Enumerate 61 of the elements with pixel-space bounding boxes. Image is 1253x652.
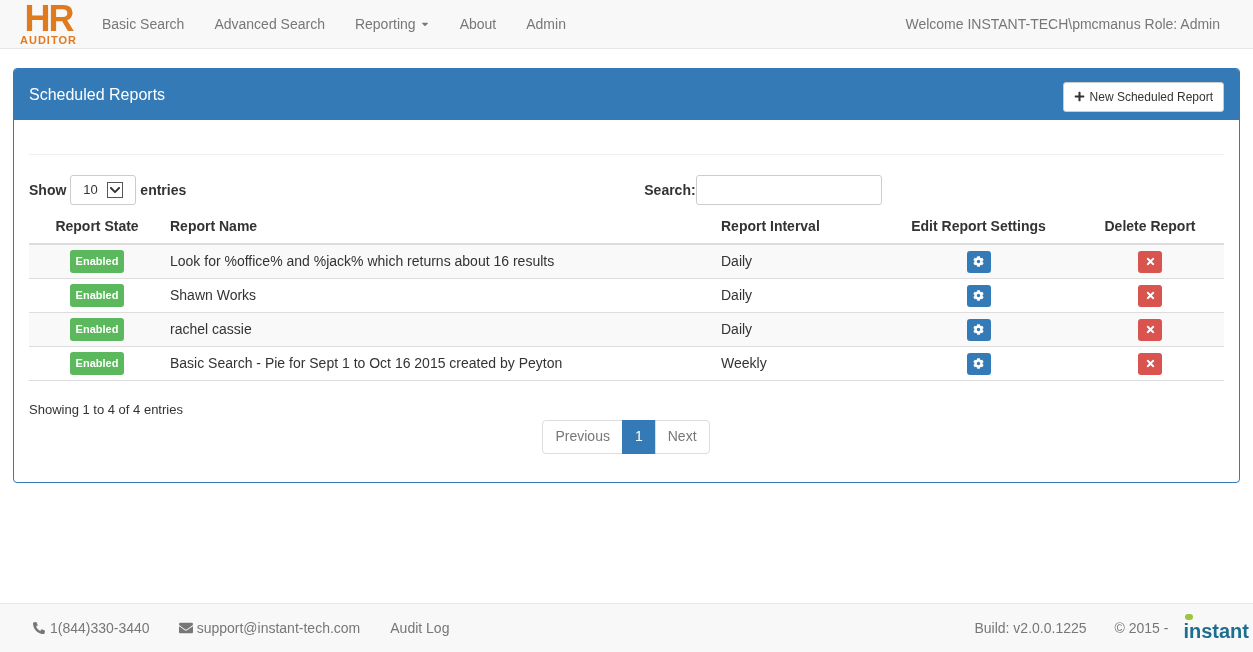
settings-icon: [973, 290, 984, 301]
column-header: Edit Report Settings: [910, 216, 1047, 236]
delete-button[interactable]: [1138, 352, 1162, 375]
close-icon: [1144, 324, 1156, 335]
nav-link[interactable]: Admin: [511, 13, 581, 35]
table-cell-text: Look for %office% and %jack% which returns about 16 results: [169, 252, 556, 271]
entries-select[interactable]: 10: [70, 175, 137, 205]
settings-button[interactable]: [966, 250, 991, 273]
status-label: Enabled: [69, 318, 125, 341]
nav-link[interactable]: About: [444, 13, 512, 35]
status-label: Enabled: [69, 250, 125, 273]
status-label: Enabled: [69, 284, 125, 307]
panel-title: Scheduled Reports: [29, 84, 166, 105]
table-cell-text: Basic Search - Pie for Sept 1 to Oct 16 2015 created by Peyton: [169, 354, 564, 373]
delete-button[interactable]: [1138, 284, 1162, 307]
audit-log-link[interactable]: Audit Log: [390, 617, 450, 639]
pagination-link[interactable]: 1: [621, 419, 656, 454]
support-email-link[interactable]: support@instant-tech.com: [196, 617, 361, 639]
column-header: Report Name: [169, 216, 259, 236]
hr-auditor-logo[interactable]: HR AUDITOR: [20, 2, 77, 46]
copyright-text: © 2015 -: [1114, 618, 1169, 638]
delete-button[interactable]: [1138, 318, 1162, 341]
column-header: Delete Report: [1103, 216, 1197, 236]
close-icon: [1144, 358, 1156, 369]
welcome-text: Welcome INSTANT-TECH\pmcmanus Role: Admin: [905, 14, 1220, 34]
close-icon: [1144, 256, 1156, 267]
nav-link[interactable]: Advanced Search: [199, 13, 340, 35]
table-cell-text: rachel cassie: [169, 320, 253, 339]
nav-link[interactable]: Reporting: [339, 13, 445, 35]
settings-icon: [973, 358, 984, 369]
status-label: Enabled: [69, 352, 125, 375]
column-header: Report State: [54, 216, 140, 236]
phone-number: 1(844)330-3440: [50, 618, 150, 638]
table-cell-text: Weekly: [720, 354, 768, 373]
table-cell-text: Daily: [720, 252, 754, 271]
settings-button[interactable]: [966, 352, 991, 375]
table-cell-text: Daily: [720, 286, 754, 305]
pagination-link[interactable]: Next: [654, 419, 710, 454]
settings-button[interactable]: [966, 318, 991, 341]
plus-icon: [1073, 91, 1085, 102]
pagination-link[interactable]: Previous: [542, 419, 623, 454]
build-version: Build: v2.0.0.1225: [974, 618, 1087, 638]
settings-icon: [973, 256, 984, 267]
entries-label: entries: [140, 180, 187, 200]
table-info: Showing 1 to 4 of 4 entries: [29, 401, 184, 419]
show-label: Show: [29, 180, 67, 200]
settings-icon: [973, 324, 984, 335]
nav-link[interactable]: Basic Search: [86, 13, 200, 35]
search-field[interactable]: [695, 175, 882, 205]
instant-logo: instant: [1183, 620, 1249, 642]
table-cell-text: Shawn Works: [169, 286, 258, 305]
column-header: Report Interval: [720, 216, 821, 236]
close-icon: [1144, 290, 1156, 301]
settings-button[interactable]: [966, 284, 991, 307]
new-scheduled-report-button[interactable]: New Scheduled Report: [1062, 81, 1224, 112]
phone-icon: [33, 622, 45, 634]
search-label: Search:: [644, 180, 696, 200]
delete-button[interactable]: [1138, 250, 1162, 273]
table-cell-text: Daily: [720, 320, 754, 339]
mail-icon: [178, 621, 193, 635]
chevron-down-icon: [107, 182, 124, 198]
